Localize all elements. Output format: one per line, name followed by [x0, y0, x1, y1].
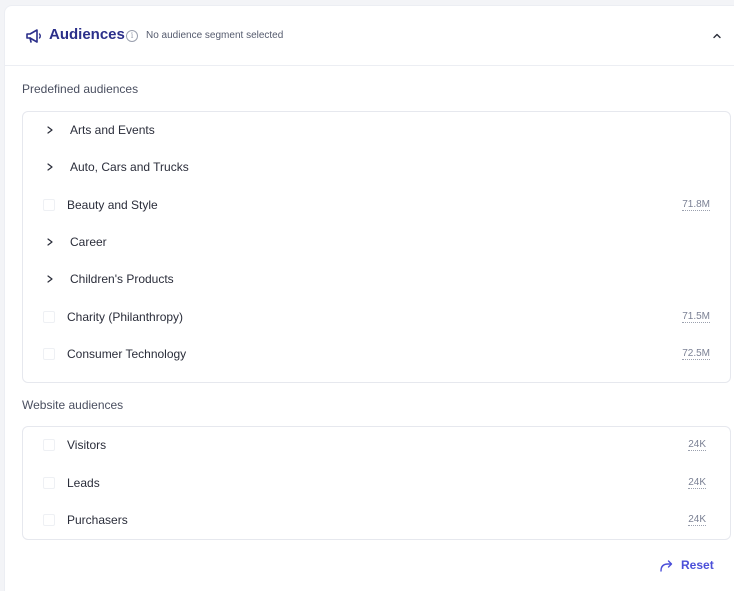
- audience-size: 24K: [688, 439, 706, 451]
- checkbox[interactable]: [43, 311, 55, 323]
- list-item[interactable]: Purchasers 24K: [23, 502, 730, 539]
- list-item[interactable]: Leads 24K: [23, 465, 730, 502]
- chevron-right-icon[interactable]: [45, 273, 55, 285]
- info-icon[interactable]: i: [126, 30, 138, 42]
- checkbox[interactable]: [43, 514, 55, 526]
- audience-size: 24K: [688, 514, 706, 526]
- list-item[interactable]: Children's Products: [23, 261, 730, 298]
- panel-header[interactable]: Audiences i No audience segment selected: [5, 6, 734, 66]
- audience-size: 24K: [688, 477, 706, 489]
- checkbox[interactable]: [43, 348, 55, 360]
- chevron-right-icon[interactable]: [45, 161, 55, 173]
- list-item[interactable]: Consumer Technology 72.5M: [23, 336, 730, 373]
- list-item-label: Consumer Technology: [67, 347, 187, 361]
- list-item-label: Purchasers: [67, 513, 128, 527]
- list-item-label: Visitors: [67, 438, 107, 452]
- list-item[interactable]: Visitors 24K: [23, 427, 730, 464]
- website-section-label: Website audiences: [22, 398, 124, 412]
- audiences-panel: Audiences i No audience segment selected…: [4, 5, 734, 591]
- list-item-label: Children's Products: [70, 272, 174, 286]
- chevron-up-icon[interactable]: [711, 30, 723, 42]
- chevron-right-icon[interactable]: [45, 236, 55, 248]
- list-item-label: Charity (Philanthropy): [67, 310, 184, 324]
- predefined-audience-list: Arts and Events Auto, Cars and Trucks Be…: [22, 111, 731, 383]
- chevron-right-icon[interactable]: [45, 124, 55, 136]
- list-item-label: Arts and Events: [70, 123, 155, 137]
- list-item[interactable]: Beauty and Style 71.8M: [23, 187, 730, 224]
- list-item-label: Auto, Cars and Trucks: [70, 160, 189, 174]
- list-item[interactable]: Arts and Events: [23, 112, 730, 149]
- redo-icon: [660, 560, 673, 572]
- list-item[interactable]: Charity (Philanthropy) 71.5M: [23, 299, 730, 336]
- list-item[interactable]: Career: [23, 224, 730, 261]
- list-item[interactable]: Auto, Cars and Trucks: [23, 149, 730, 186]
- audience-size: 72.5M: [682, 348, 710, 360]
- list-item-label: Career: [70, 235, 107, 249]
- list-item-label: Leads: [67, 476, 100, 490]
- audience-size: 71.8M: [682, 199, 710, 211]
- checkbox[interactable]: [43, 477, 55, 489]
- checkbox[interactable]: [43, 199, 55, 211]
- website-audience-list: Visitors 24K Leads 24K Purchasers 24K: [22, 426, 731, 540]
- checkbox[interactable]: [43, 439, 55, 451]
- panel-title: Audiences: [49, 26, 125, 43]
- reset-label: Reset: [681, 558, 714, 572]
- selection-status: No audience segment selected: [146, 30, 284, 41]
- megaphone-icon: [26, 29, 41, 43]
- list-item-label: Beauty and Style: [67, 198, 158, 212]
- predefined-section-label: Predefined audiences: [22, 82, 139, 96]
- audience-size: 71.5M: [682, 311, 710, 323]
